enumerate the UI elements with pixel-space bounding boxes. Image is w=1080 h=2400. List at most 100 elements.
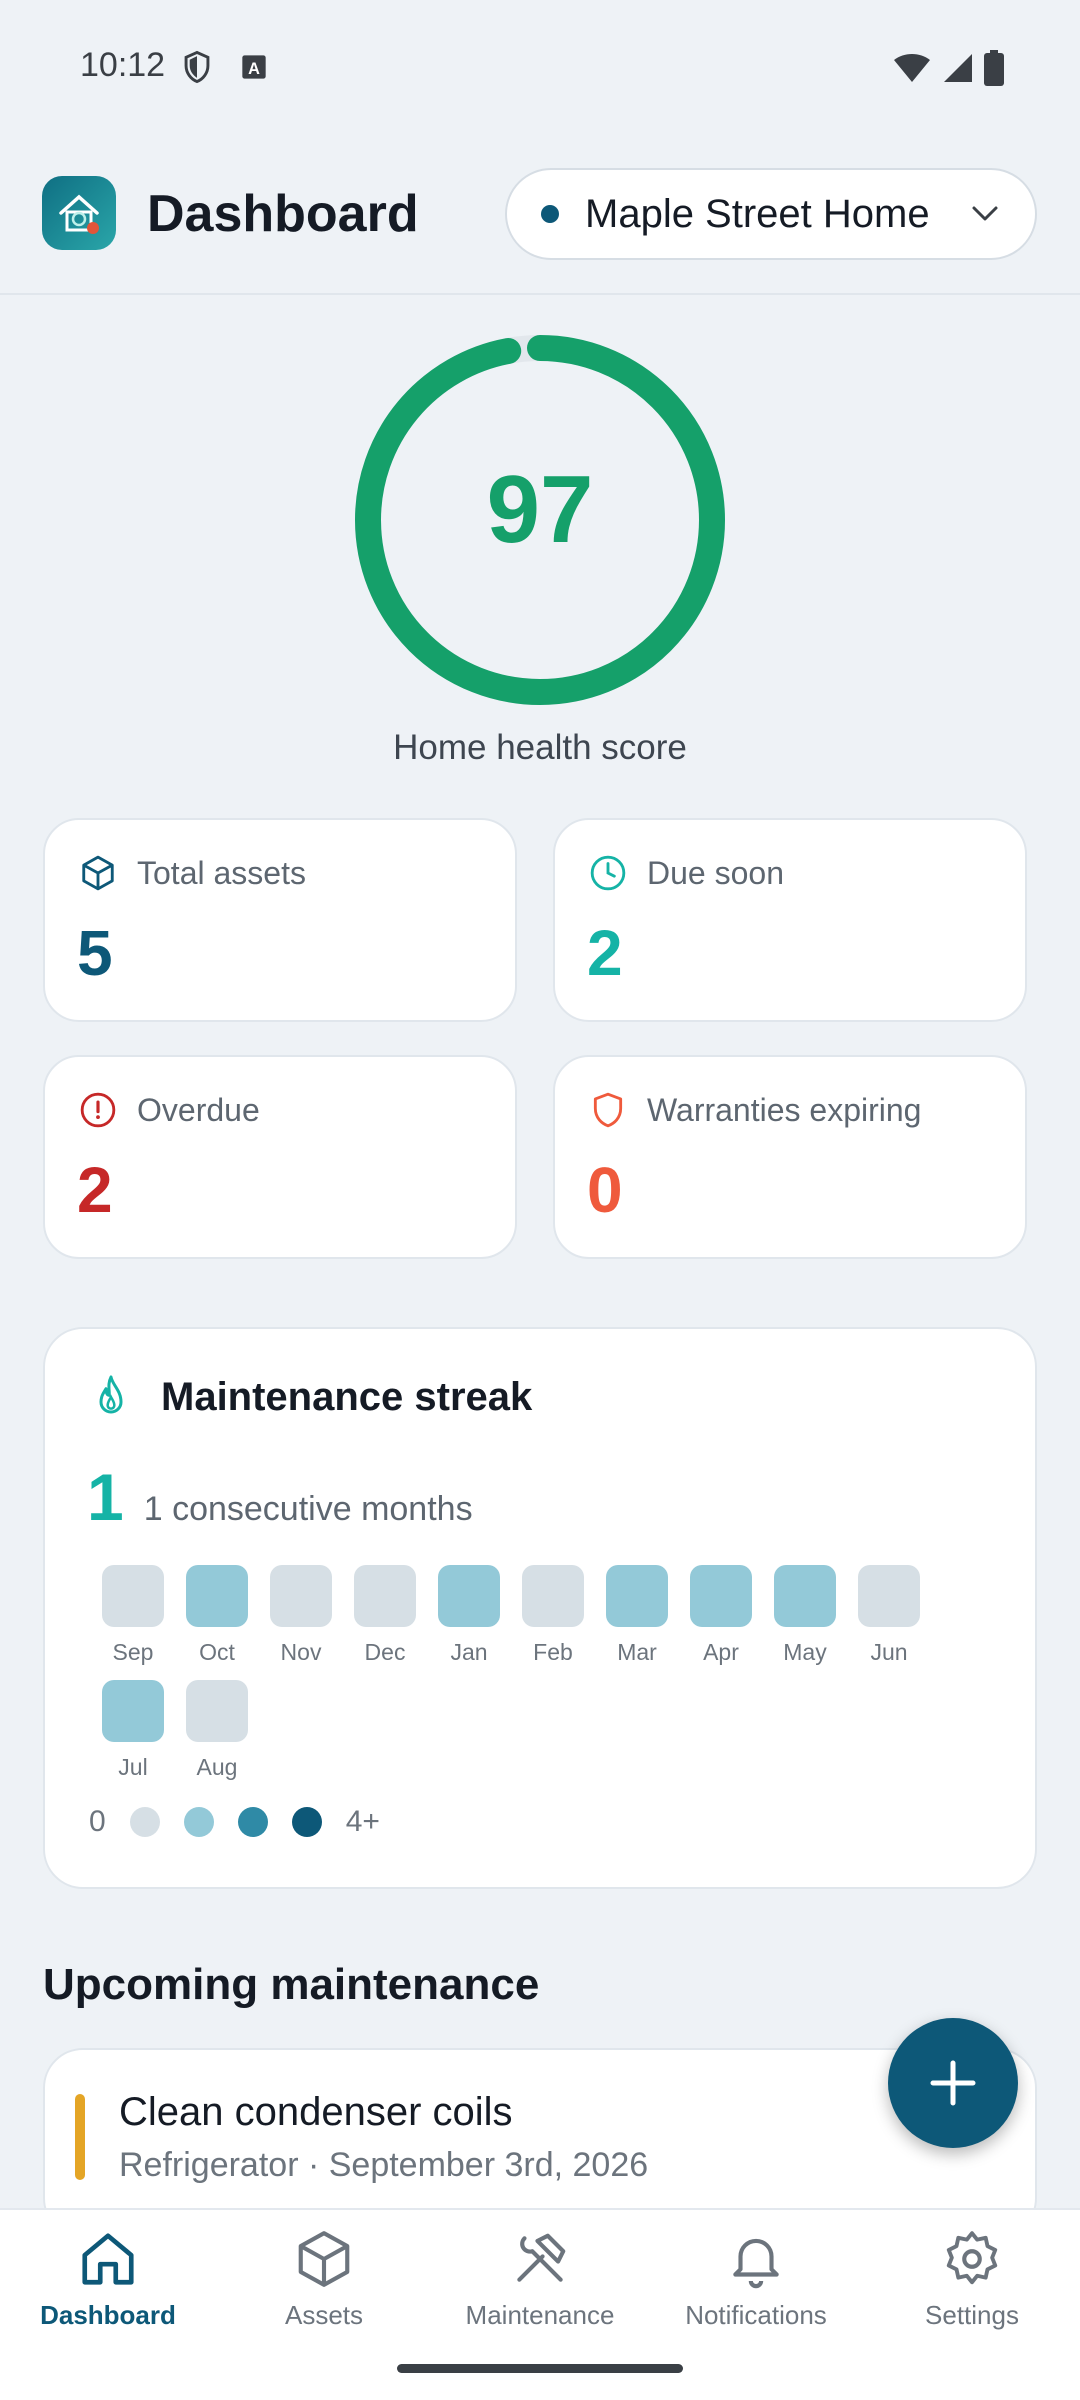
nav-settings[interactable]: Settings xyxy=(864,2228,1080,2331)
nav-notifications[interactable]: Notifications xyxy=(648,2228,864,2331)
nav-assets[interactable]: Assets xyxy=(216,2228,432,2331)
signal-icon xyxy=(944,54,972,82)
streak-month-cell xyxy=(774,1565,836,1627)
streak-month: Nov xyxy=(259,1565,343,1666)
app-header: Dashboard Maple Street Home xyxy=(0,150,1080,295)
legend-dot-level-0 xyxy=(129,1807,160,1837)
streak-unit: 1 consecutive months xyxy=(143,1490,473,1528)
home-indicator xyxy=(397,2364,683,2373)
shield-status-icon xyxy=(184,50,210,84)
stat-label: Overdue xyxy=(137,1091,260,1128)
legend-dot-level-1 xyxy=(183,1807,214,1837)
alert-circle-icon xyxy=(80,1092,116,1128)
status-time: 10:12 xyxy=(80,46,166,84)
stat-label: Due soon xyxy=(647,854,784,891)
stat-label: Warranties expiring xyxy=(647,1091,922,1128)
maintenance-item-subtitle: Refrigerator · September 3rd, 2026 xyxy=(119,2146,649,2184)
nav-label: Maintenance xyxy=(465,2300,615,2330)
streak-month: Jan xyxy=(427,1565,511,1666)
streak-month: Dec xyxy=(343,1565,427,1666)
streak-legend: 0 4+ xyxy=(89,1805,380,1839)
nav-label: Settings xyxy=(925,2300,1019,2330)
stat-label: Total assets xyxy=(137,854,306,891)
streak-month-cell xyxy=(102,1680,164,1742)
streak-month-cell xyxy=(606,1565,668,1627)
legend-max: 4+ xyxy=(345,1805,380,1838)
priority-bar xyxy=(75,2094,85,2180)
stat-value: 0 xyxy=(587,1154,623,1226)
streak-month-label: Oct xyxy=(199,1639,235,1665)
status-bar: 10:12 A xyxy=(0,0,1080,140)
nav-label: Assets xyxy=(284,2300,364,2330)
cube-icon xyxy=(82,855,114,891)
streak-month-label: Feb xyxy=(533,1639,573,1665)
streak-month: Aug xyxy=(175,1680,259,1781)
wifi-icon xyxy=(894,54,930,82)
streak-month-label: Dec xyxy=(364,1639,406,1665)
shield-icon xyxy=(593,1092,623,1128)
nav-label: Notifications xyxy=(685,2300,827,2330)
legend-min: 0 xyxy=(89,1805,106,1838)
streak-month-label: Apr xyxy=(703,1639,739,1665)
streak-month: Jun xyxy=(847,1565,931,1666)
bell-icon xyxy=(733,2238,779,2289)
streak-month-cell xyxy=(690,1565,752,1627)
battery-icon xyxy=(984,50,1004,86)
page-title: Dashboard xyxy=(147,185,419,243)
home-health-logo-icon xyxy=(59,194,99,234)
tools-icon xyxy=(517,2233,566,2282)
nav-label: Dashboard xyxy=(40,2300,176,2330)
clock-icon xyxy=(590,855,626,891)
streak-month-cell xyxy=(522,1565,584,1627)
streak-month-label: Nov xyxy=(280,1639,322,1665)
streak-month: Feb xyxy=(511,1565,595,1666)
stat-value: 2 xyxy=(77,1154,113,1226)
overdue-card[interactable]: Overdue 2 xyxy=(43,1055,517,1259)
streak-month-label: Mar xyxy=(617,1639,657,1665)
health-score-value: 97 xyxy=(486,456,594,563)
legend-dot-level-3 xyxy=(291,1807,322,1837)
maintenance-streak-card: Maintenance streak 1 1 consecutive month… xyxy=(43,1327,1037,1889)
nav-maintenance[interactable]: Maintenance xyxy=(432,2228,648,2331)
warranties-expiring-card[interactable]: Warranties expiring 0 xyxy=(553,1055,1027,1259)
upcoming-maintenance-title: Upcoming maintenance xyxy=(43,1960,540,2009)
nav-dashboard[interactable]: Dashboard xyxy=(0,2228,216,2331)
plus-icon xyxy=(930,2060,976,2106)
streak-month-cell xyxy=(270,1565,332,1627)
maintenance-item-title: Clean condenser coils xyxy=(119,2090,513,2134)
streak-month: May xyxy=(763,1565,847,1666)
stat-value: 2 xyxy=(587,917,623,989)
due-soon-card[interactable]: Due soon 2 xyxy=(553,818,1027,1022)
streak-month-label: Jan xyxy=(450,1639,488,1665)
svg-text:A: A xyxy=(248,60,260,78)
streak-month-label: May xyxy=(783,1639,827,1665)
home-status-dot xyxy=(541,205,559,223)
streak-month-label: Jul xyxy=(118,1754,148,1780)
gear-icon xyxy=(946,2231,998,2285)
home-icon xyxy=(82,2233,134,2285)
health-score-label: Home health score xyxy=(393,728,687,767)
streak-month: Mar xyxy=(595,1565,679,1666)
home-selector[interactable]: Maple Street Home xyxy=(505,168,1037,260)
streak-month: Sep xyxy=(91,1565,175,1666)
streak-month-label: Aug xyxy=(196,1754,238,1780)
streak-month-cell xyxy=(858,1565,920,1627)
streak-month-cell xyxy=(102,1565,164,1627)
streak-month: Jul xyxy=(91,1680,175,1781)
add-button[interactable] xyxy=(888,2018,1018,2148)
streak-month-grid: Sep Oct Nov Dec Jan Feb Mar Apr May Jun Jul Aug xyxy=(91,1565,1001,1795)
chevron-down-icon xyxy=(972,206,998,221)
streak-month: Apr xyxy=(679,1565,763,1666)
streak-month-cell xyxy=(186,1565,248,1627)
streak-month-label: Sep xyxy=(112,1639,154,1665)
total-assets-card[interactable]: Total assets 5 xyxy=(43,818,517,1022)
cube-icon xyxy=(298,2231,350,2287)
streak-month-cell xyxy=(186,1680,248,1742)
flame-icon xyxy=(99,1375,123,1414)
streak-month-cell xyxy=(438,1565,500,1627)
home-selector-value: Maple Street Home xyxy=(585,191,930,236)
streak-count: 1 xyxy=(87,1460,124,1534)
streak-title: Maintenance streak xyxy=(161,1374,533,1419)
streak-month-cell xyxy=(354,1565,416,1627)
app-logo xyxy=(42,176,116,250)
